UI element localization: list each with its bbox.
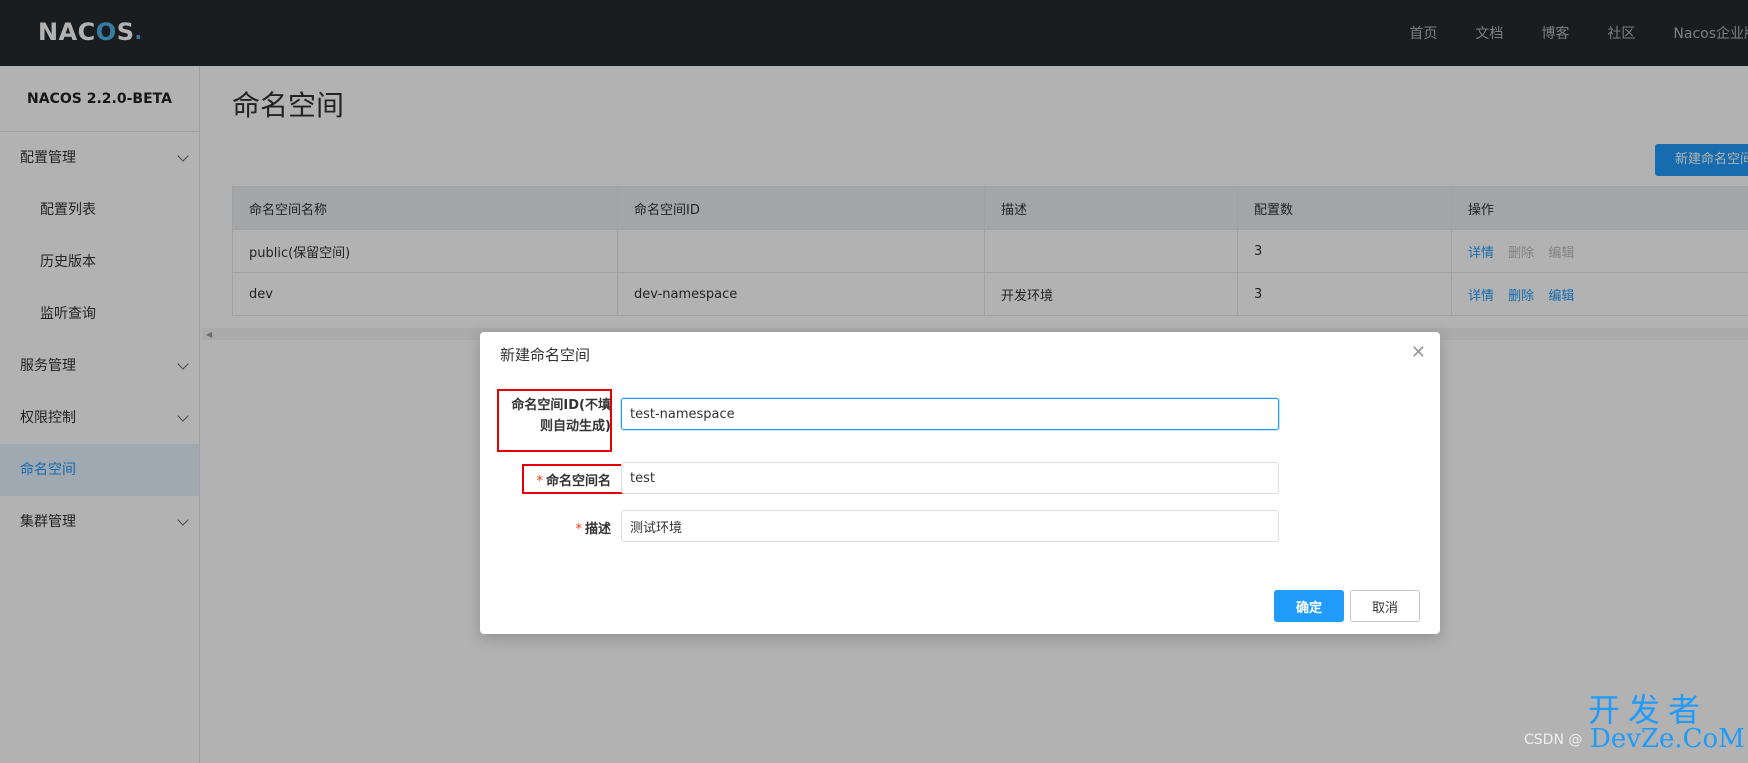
dialog-title: 新建命名空间	[500, 346, 591, 364]
description-label: * 描述	[500, 518, 611, 537]
close-icon[interactable]: ✕	[1411, 342, 1426, 363]
namespace-id-label-line1: 命名空间ID(不填	[511, 398, 611, 413]
namespace-name-label: * 命名空间名	[500, 470, 611, 489]
namespace-id-input[interactable]	[621, 398, 1279, 430]
description-input[interactable]	[621, 510, 1279, 542]
namespace-id-label: 命名空间ID(不填 则自动生成)	[500, 395, 611, 437]
namespace-name-input[interactable]	[621, 462, 1279, 494]
required-asterisk: *	[536, 474, 543, 489]
new-namespace-dialog: 新建命名空间 ✕ 命名空间ID(不填 则自动生成) *命名空间名 *描述 确定 …	[480, 332, 1440, 634]
description-label-text: 描述	[584, 522, 611, 537]
developer-watermark: 开发者	[1588, 691, 1709, 729]
confirm-button[interactable]: 确定	[1274, 590, 1344, 622]
devze-watermark: DevZe.CoM	[1590, 724, 1745, 754]
namespace-name-label-text: 命名空间名	[545, 474, 611, 489]
csdn-watermark: CSDN @	[1524, 732, 1583, 748]
required-asterisk: *	[575, 522, 582, 537]
namespace-id-label-line2: 则自动生成)	[540, 419, 611, 434]
cancel-button[interactable]: 取消	[1350, 590, 1420, 622]
